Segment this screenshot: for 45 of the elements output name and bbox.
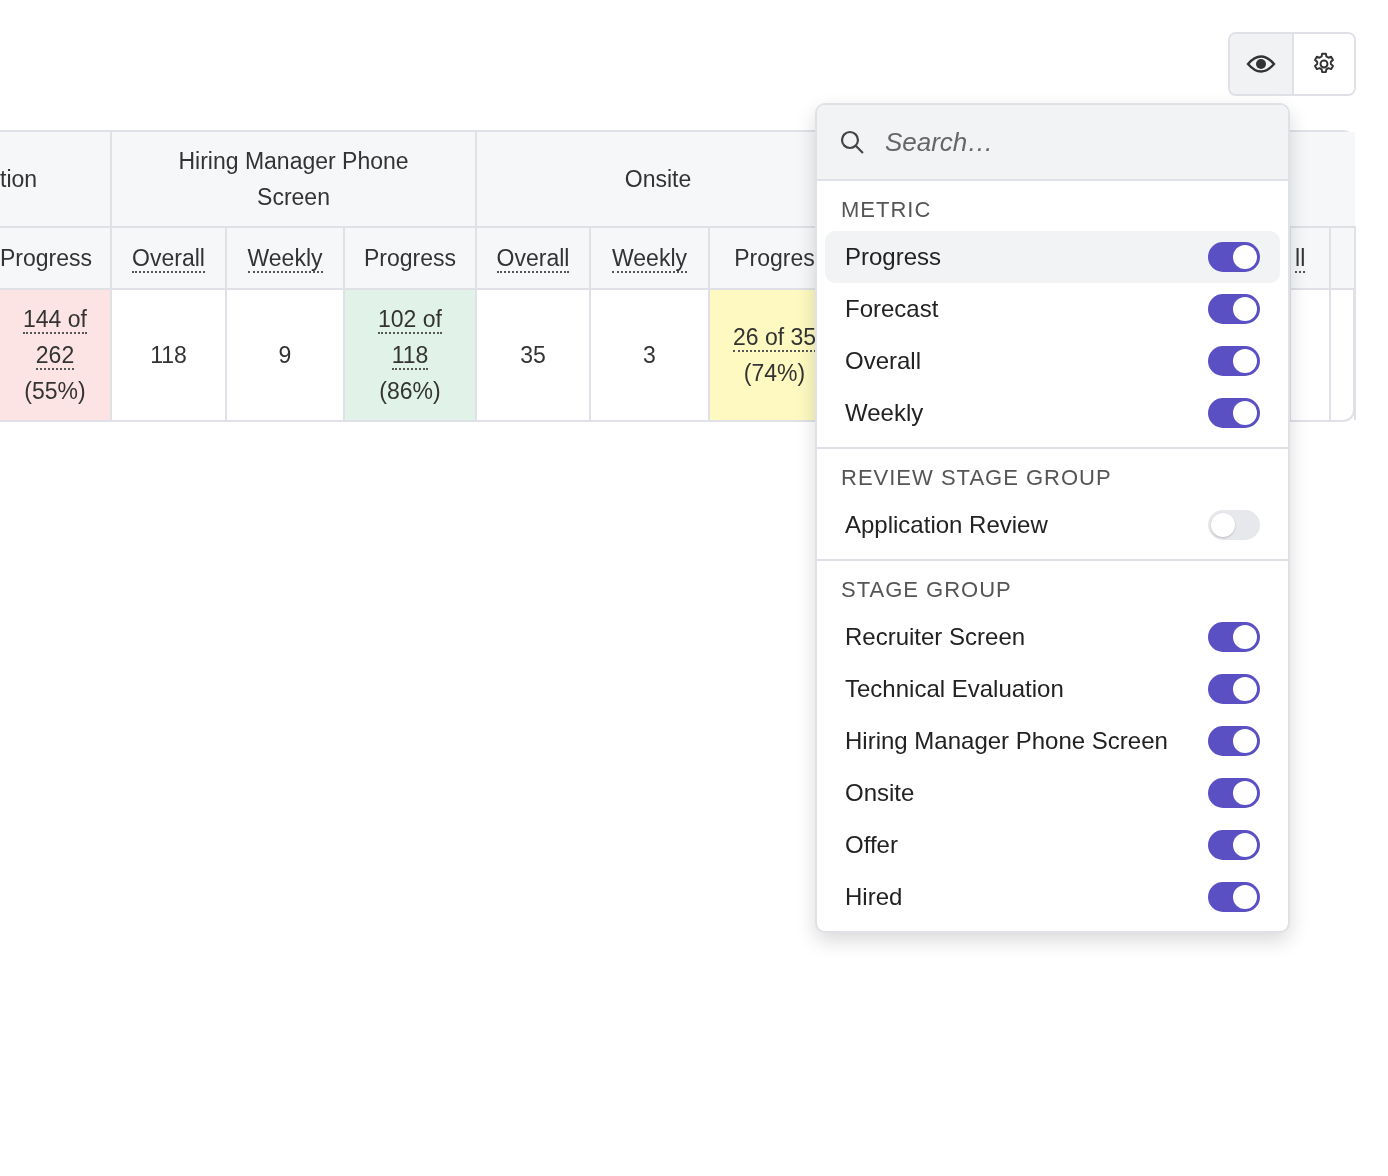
- column-header: Progress: [363, 244, 456, 271]
- settings-button[interactable]: [1292, 34, 1354, 94]
- toggle-switch[interactable]: [1208, 778, 1260, 808]
- toggle-switch[interactable]: [1208, 726, 1260, 756]
- search-input[interactable]: Search…: [882, 125, 1266, 159]
- toggle-switch[interactable]: [1208, 830, 1260, 860]
- column-group-header: Onsite: [624, 166, 692, 192]
- column-header: Progres: [734, 244, 815, 271]
- section-heading: METRIC: [840, 197, 933, 224]
- toggle-switch[interactable]: [1208, 242, 1260, 272]
- search-icon: [839, 129, 865, 155]
- toggle-switch[interactable]: [1208, 294, 1260, 324]
- table-cell: 118: [150, 342, 187, 368]
- toggle-switch[interactable]: [1208, 882, 1260, 912]
- menu-item[interactable]: Hired: [825, 871, 1280, 923]
- menu-item[interactable]: Offer: [825, 819, 1280, 871]
- menu-item[interactable]: Onsite: [825, 767, 1280, 819]
- progress-cell: 144 of 262 (55%): [0, 289, 111, 420]
- table-cell: 9: [278, 342, 292, 368]
- column-header: Overall: [496, 244, 570, 273]
- menu-item[interactable]: Technical Evaluation: [825, 663, 1280, 715]
- menu-item[interactable]: Recruiter Screen: [825, 611, 1280, 663]
- table-cell: 3: [643, 342, 656, 368]
- column-header: ll: [1295, 244, 1306, 273]
- section-heading: REVIEW STAGE GROUP: [840, 465, 1113, 492]
- column-group-header: tion: [0, 166, 38, 192]
- section-heading: STAGE GROUP: [840, 577, 1013, 604]
- eye-icon: [1246, 53, 1276, 75]
- menu-item[interactable]: Application Review: [825, 499, 1280, 551]
- menu-item[interactable]: Hiring Manager Phone Screen: [825, 715, 1280, 767]
- menu-item[interactable]: Progress: [825, 231, 1280, 283]
- search-field[interactable]: Search…: [817, 105, 1288, 181]
- toggle-switch[interactable]: [1208, 674, 1260, 704]
- toggle-switch[interactable]: [1208, 346, 1260, 376]
- toggle-switch[interactable]: [1208, 510, 1260, 540]
- column-header: Weekly: [247, 244, 323, 273]
- toggle-switch[interactable]: [1208, 622, 1260, 652]
- column-group-header: Hiring Manager Phone Screen: [178, 148, 409, 210]
- table-cell: 35: [520, 342, 546, 368]
- progress-cell: 102 of 118 (86%): [344, 289, 476, 420]
- column-header: Overall: [132, 244, 205, 273]
- column-header: Progress: [0, 244, 93, 271]
- column-header: Weekly: [612, 244, 687, 273]
- toggle-switch[interactable]: [1208, 398, 1260, 428]
- visibility-button[interactable]: [1230, 34, 1292, 94]
